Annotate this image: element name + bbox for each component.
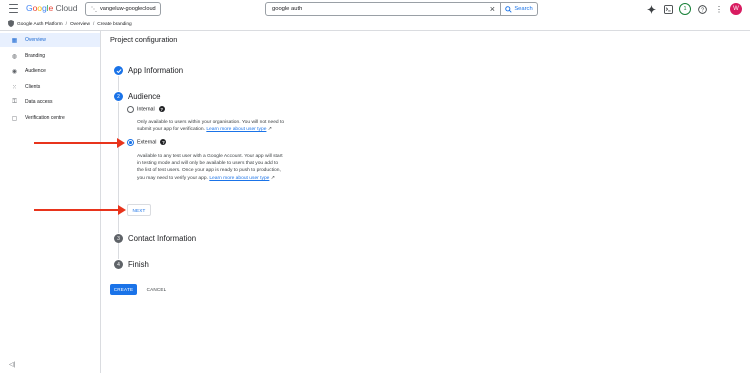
more-vert-icon[interactable]: ⋮ [713,3,725,15]
breadcrumb-auth-platform[interactable]: Google Auth Platform [17,22,63,27]
search-button[interactable]: Search [501,2,538,16]
internal-label-text: Internal [137,106,155,113]
search-button-label: Search [514,6,533,12]
step-4-title[interactable]: Finish [128,260,149,269]
stepper-connector [118,243,119,259]
external-radio-label[interactable]: External? [137,139,167,146]
internal-radio[interactable] [127,106,134,113]
annotation-arrow-external [34,138,125,148]
sidebar-item-label: Overview [25,37,46,43]
sidebar-item-audience[interactable]: ◉ Audience [0,64,100,78]
breadcrumb-overview[interactable]: Overview [70,22,90,27]
avatar[interactable]: W [730,3,742,15]
external-desc-line: the list of test users. Once your app is… [137,168,281,174]
sidebar-item-label: Branding [25,53,46,59]
external-description: Available to any test user with a Google… [137,153,317,182]
breadcrumb-separator: / [92,21,95,27]
external-link-icon: ↗ [266,127,272,133]
internal-desc-text: submit your app for verification. [137,127,207,133]
sidebar-item-label: Audience [25,68,46,74]
search-input[interactable]: google auth × [265,2,501,16]
step-2-title[interactable]: Audience [128,92,161,101]
step-number: 4 [117,261,120,268]
external-desc-line: in testing mode and will only be availab… [137,161,279,167]
step-number: 2 [117,93,120,100]
step-1-check-icon [114,66,123,75]
sidebar-item-verification-centre[interactable]: ▢ Verification centre [0,111,100,125]
clear-search-icon[interactable]: × [490,4,495,14]
external-desc-line: you may need to verify your app. Learn m… [137,175,317,182]
project-name: vangeluw-googlecloud [100,6,156,12]
external-desc-line: Available to any test user with a Google… [137,154,283,159]
external-help-icon[interactable]: ? [160,139,167,145]
avatar-initial: W [733,6,739,12]
internal-desc-line: submit your app for verification. Learn … [137,126,317,133]
sidebar-item-label: Data access [25,99,53,105]
create-button[interactable]: CREATE [110,284,137,295]
search-value: google auth [272,6,303,12]
internal-learn-more-link[interactable]: Learn more about user type [206,127,266,132]
notifications-count: 1 [683,6,687,12]
sidebar-item-data-access[interactable]: ⚿ Data access [0,95,100,109]
step-4-number: 4 [114,260,123,269]
step-number: 3 [117,235,120,242]
search-icon [505,5,512,13]
annotation-arrow-next [34,204,126,215]
internal-description: Only available to users within your orga… [137,119,317,133]
logo-suffix: Cloud [55,3,78,13]
external-learn-more-link[interactable]: Learn more about user type [209,176,269,181]
step-3-number: 3 [114,234,123,243]
sidebar-item-overview[interactable]: ▦ Overview [0,33,100,47]
breadcrumb-current: Create branding [97,21,132,27]
stepper-connector [118,76,119,91]
svg-text:?: ? [701,7,704,13]
project-picker[interactable]: ⋱ vangeluw-googlecloud [85,2,161,16]
menu-icon[interactable] [9,4,18,13]
header-divider [0,30,750,31]
sidebar-item-label: Verification centre [25,115,65,121]
palette-icon: ◍ [11,53,18,60]
internal-desc-line: Only available to users within your orga… [137,120,285,125]
internal-help-icon[interactable]: ? [158,106,165,112]
internal-radio-label[interactable]: Internal? [137,106,165,112]
sidebar-item-clients[interactable]: ⁙ Clients [0,80,100,94]
dashboard-icon: ▦ [11,37,18,44]
notifications-badge[interactable]: 1 [679,3,691,15]
external-label-text: External [137,139,157,146]
sidebar-item-label: Clients [25,84,41,90]
help-icon[interactable]: ? [696,3,708,15]
sidebar: ▦ Overview ◍ Branding ◉ Audience ⁙ Clien… [0,31,101,373]
collapse-sidebar-icon[interactable]: ◁| [9,361,15,368]
google-cloud-logo[interactable]: Google Cloud [26,3,78,13]
page-title: Project configuration [110,35,178,44]
logo-letter: e [48,3,54,13]
step-1-title[interactable]: App Information [128,66,183,75]
top-bar: Google Cloud ⋱ vangeluw-googlecloud goog… [0,0,750,18]
step-3-title[interactable]: Contact Information [128,234,196,243]
person-icon: ◉ [11,68,18,75]
gemini-icon[interactable] [645,3,657,15]
external-desc-text: you may need to verify your app. [137,175,210,181]
external-radio[interactable] [127,139,134,146]
sidebar-item-branding[interactable]: ◍ Branding [0,49,100,63]
step-2-number: 2 [114,92,123,101]
verification-icon: ▢ [11,115,18,122]
breadcrumb-separator: / [65,21,67,27]
cancel-button[interactable]: CANCEL [143,284,170,295]
next-button[interactable]: NEXT [127,204,151,216]
data-access-icon: ⚿ [12,98,17,105]
shield-icon [8,19,14,29]
logo-letter: G [26,3,33,13]
project-tree-icon: ⋱ [91,6,97,13]
external-link-icon: ↗ [269,175,275,181]
terminal-icon[interactable] [662,3,674,15]
breadcrumb: Google Auth Platform / Overview / Create… [8,19,132,29]
apps-icon: ⁙ [11,84,18,91]
